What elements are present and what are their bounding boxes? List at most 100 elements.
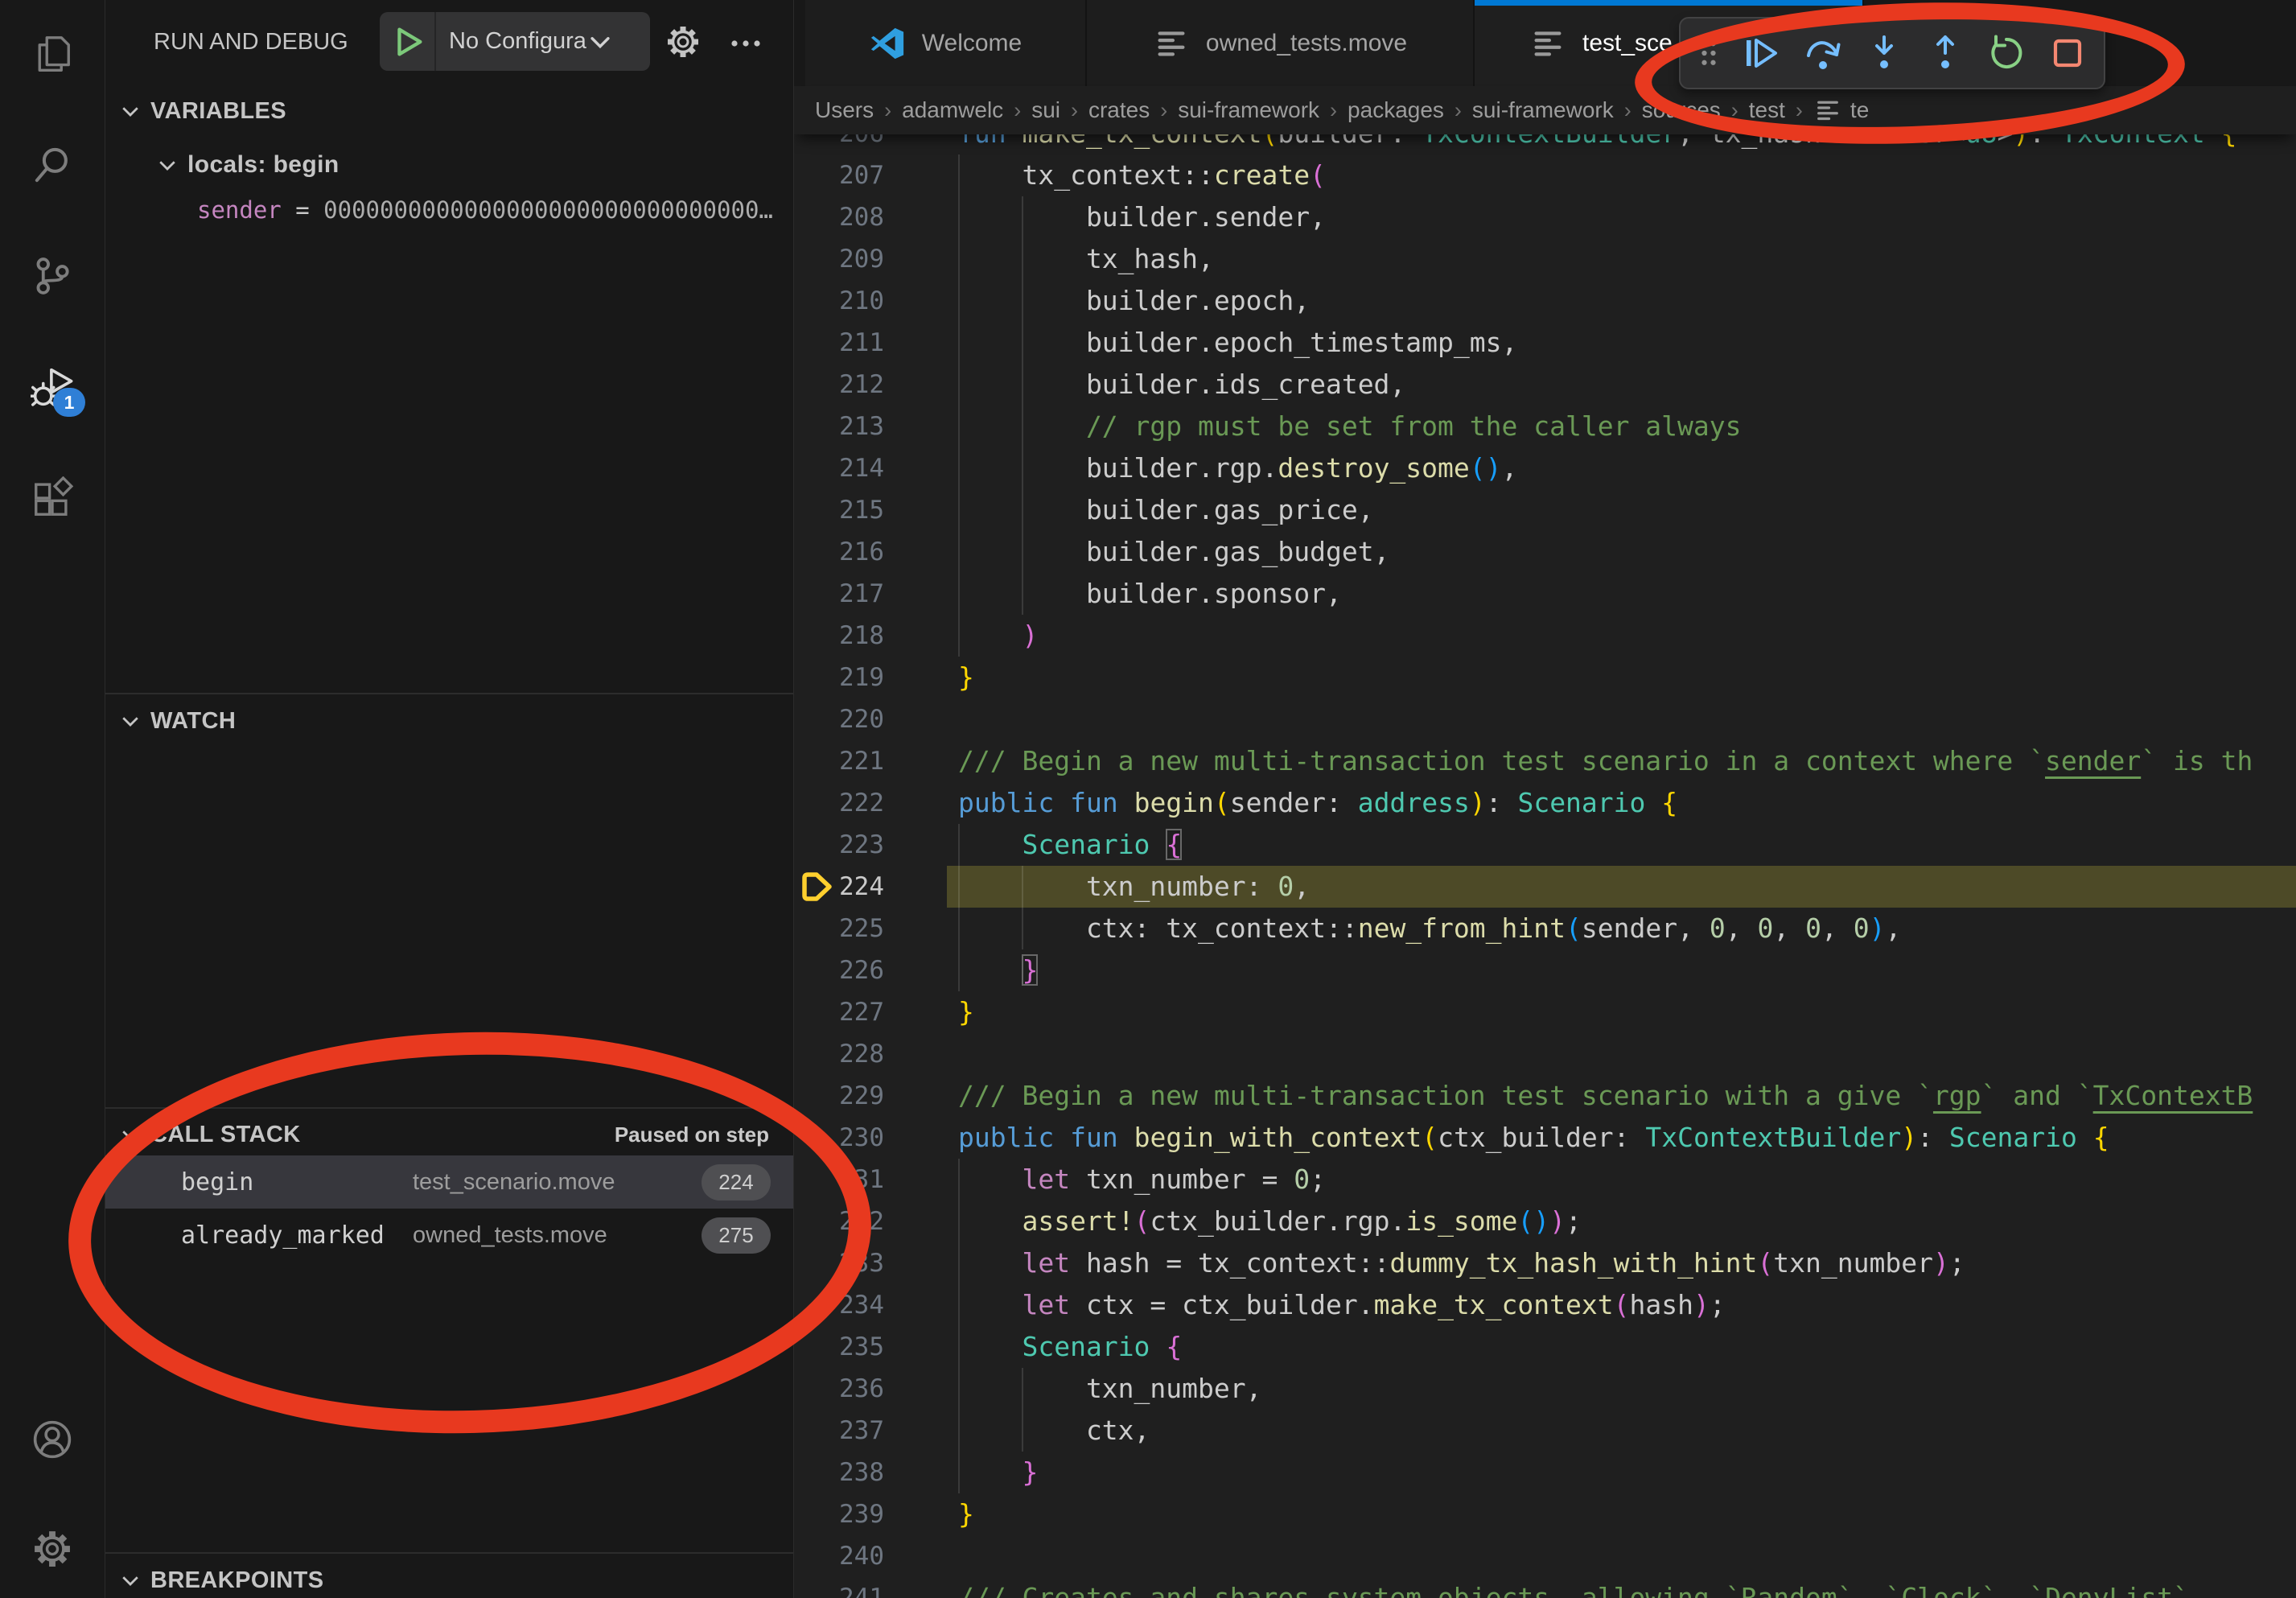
step-into-button[interactable]	[1859, 28, 1909, 78]
code-line-212[interactable]: 212 builder.ids_created,	[794, 364, 2296, 406]
line-number[interactable]: 226	[794, 949, 884, 991]
code-line-227[interactable]: 227}	[794, 991, 2296, 1033]
code-line-215[interactable]: 215 builder.gas_price,	[794, 489, 2296, 531]
line-number[interactable]: 227	[794, 991, 884, 1033]
code-line-240[interactable]: 240	[794, 1535, 2296, 1577]
code-line-213[interactable]: 213 // rgp must be set from the caller a…	[794, 406, 2296, 447]
code-line-224[interactable]: 224 txn_number: 0,	[794, 866, 2296, 908]
chevron-down-icon[interactable]	[586, 28, 614, 56]
code-line-222[interactable]: 222public fun begin(sender: address): Sc…	[794, 782, 2296, 824]
stop-button[interactable]	[2043, 28, 2092, 78]
code-line-208[interactable]: 208 builder.sender,	[794, 196, 2296, 238]
line-number[interactable]: 234	[794, 1284, 884, 1326]
settings-icon[interactable]	[31, 1527, 74, 1571]
code-line-233[interactable]: 233 let hash = tx_context::dummy_tx_hash…	[794, 1242, 2296, 1284]
code-line-241[interactable]: 241/// Creates and shares system objects…	[794, 1577, 2296, 1598]
breadcrumb-item[interactable]: sui-framework	[1472, 97, 1614, 123]
call-stack-frame-already_marked[interactable]: already_markedowned_tests.move275	[105, 1209, 793, 1262]
code-line-231[interactable]: 231 let txn_number = 0;	[794, 1159, 2296, 1201]
code-line-238[interactable]: 238 }	[794, 1452, 2296, 1493]
breadcrumb-item[interactable]: packages	[1348, 97, 1444, 123]
code-line-232[interactable]: 232 assert!(ctx_builder.rgp.is_some());	[794, 1201, 2296, 1242]
line-number[interactable]: 237	[794, 1410, 884, 1452]
source-control-icon[interactable]	[31, 254, 74, 298]
start-debug-play-icon[interactable]	[389, 23, 426, 60]
line-number[interactable]: 223	[794, 824, 884, 866]
code-line-210[interactable]: 210 builder.epoch,	[794, 280, 2296, 322]
line-number[interactable]: 240	[794, 1535, 884, 1577]
line-number[interactable]: 208	[794, 196, 884, 238]
toolbar-gripper[interactable]	[1692, 28, 1726, 78]
tab-welcome[interactable]: Welcome	[805, 0, 1087, 86]
code-line-216[interactable]: 216 builder.gas_budget,	[794, 531, 2296, 573]
watch-section-header[interactable]: WATCH	[105, 700, 793, 742]
line-number[interactable]: 211	[794, 322, 884, 364]
line-number[interactable]: 232	[794, 1201, 884, 1242]
breadcrumb-item[interactable]: adamwelc	[902, 97, 1003, 123]
variable-row-sender[interactable]: sender = 0000000000000000000000000000000…	[197, 196, 792, 224]
code-line-214[interactable]: 214 builder.rgp.destroy_some(),	[794, 447, 2296, 489]
code-line-228[interactable]: 228	[794, 1033, 2296, 1075]
code-line-223[interactable]: 223 Scenario {	[794, 824, 2296, 866]
more-actions-icon[interactable]	[726, 23, 765, 61]
explorer-icon[interactable]	[31, 32, 74, 76]
breadcrumb-item[interactable]: sources	[1642, 97, 1721, 123]
line-number[interactable]: 236	[794, 1368, 884, 1410]
breadcrumb-item[interactable]: test	[1749, 97, 1785, 123]
code-line-217[interactable]: 217 builder.sponsor,	[794, 573, 2296, 615]
code-line-230[interactable]: 230public fun begin_with_context(ctx_bui…	[794, 1117, 2296, 1159]
code-line-218[interactable]: 218 )	[794, 615, 2296, 657]
restart-button[interactable]	[1981, 28, 2031, 78]
line-number[interactable]: 210	[794, 280, 884, 322]
breadcrumb-item[interactable]: sui-framework	[1178, 97, 1319, 123]
run-and-debug-icon[interactable]: 1	[31, 365, 74, 409]
code-editor[interactable]: 206fun make_tx_context(builder: TxContex…	[794, 86, 2296, 1598]
code-line-229[interactable]: 229/// Begin a new multi-transaction tes…	[794, 1075, 2296, 1117]
breadcrumb-item[interactable]: sui	[1031, 97, 1060, 123]
line-number[interactable]: 222	[794, 782, 884, 824]
line-number[interactable]: 215	[794, 489, 884, 531]
breadcrumb-item[interactable]: crates	[1088, 97, 1150, 123]
step-out-button[interactable]	[1920, 28, 1970, 78]
call-stack-section-header[interactable]: CALL STACK Paused on step	[105, 1114, 793, 1155]
account-icon[interactable]	[31, 1418, 74, 1461]
code-line-234[interactable]: 234 let ctx = ctx_builder.make_tx_contex…	[794, 1284, 2296, 1326]
debug-settings-gear-icon[interactable]	[664, 23, 702, 61]
code-line-236[interactable]: 236 txn_number,	[794, 1368, 2296, 1410]
line-number[interactable]: 235	[794, 1326, 884, 1368]
line-number[interactable]: 219	[794, 657, 884, 698]
debug-config-label[interactable]: No Configura	[449, 28, 586, 55]
line-number[interactable]: 228	[794, 1033, 884, 1075]
line-number[interactable]: 225	[794, 908, 884, 949]
code-line-220[interactable]: 220	[794, 698, 2296, 740]
breakpoints-section-header[interactable]: BREAKPOINTS	[105, 1559, 793, 1598]
code-line-235[interactable]: 235 Scenario {	[794, 1326, 2296, 1368]
line-number[interactable]: 241	[794, 1577, 884, 1598]
line-number[interactable]: 239	[794, 1493, 884, 1535]
variables-scope-row[interactable]: locals: begin	[142, 143, 339, 187]
code-line-225[interactable]: 225 ctx: tx_context::new_from_hint(sende…	[794, 908, 2296, 949]
code-line-211[interactable]: 211 builder.epoch_timestamp_ms,	[794, 322, 2296, 364]
line-number[interactable]: 213	[794, 406, 884, 447]
line-number[interactable]: 221	[794, 740, 884, 782]
tab-owned-tests-move[interactable]: owned_tests.move	[1087, 0, 1475, 86]
code-line-219[interactable]: 219}	[794, 657, 2296, 698]
line-number[interactable]: 217	[794, 573, 884, 615]
line-number[interactable]: 216	[794, 531, 884, 573]
breadcrumb-file-item[interactable]: te	[1813, 96, 1869, 125]
line-number[interactable]: 220	[794, 698, 884, 740]
start-debug-button[interactable]: No Configura	[380, 12, 650, 71]
line-number[interactable]: 230	[794, 1117, 884, 1159]
line-number[interactable]: 233	[794, 1242, 884, 1284]
line-number[interactable]: 207	[794, 154, 884, 196]
search-icon[interactable]	[31, 143, 74, 187]
line-number[interactable]: 229	[794, 1075, 884, 1117]
code-line-239[interactable]: 239}	[794, 1493, 2296, 1535]
code-line-207[interactable]: 207 tx_context::create(	[794, 154, 2296, 196]
breadcrumb-item[interactable]: Users	[815, 97, 874, 123]
code-line-237[interactable]: 237 ctx,	[794, 1410, 2296, 1452]
step-over-button[interactable]	[1798, 28, 1848, 78]
continue-button[interactable]	[1737, 28, 1787, 78]
line-number[interactable]: 231	[794, 1159, 884, 1201]
line-number[interactable]: 214	[794, 447, 884, 489]
